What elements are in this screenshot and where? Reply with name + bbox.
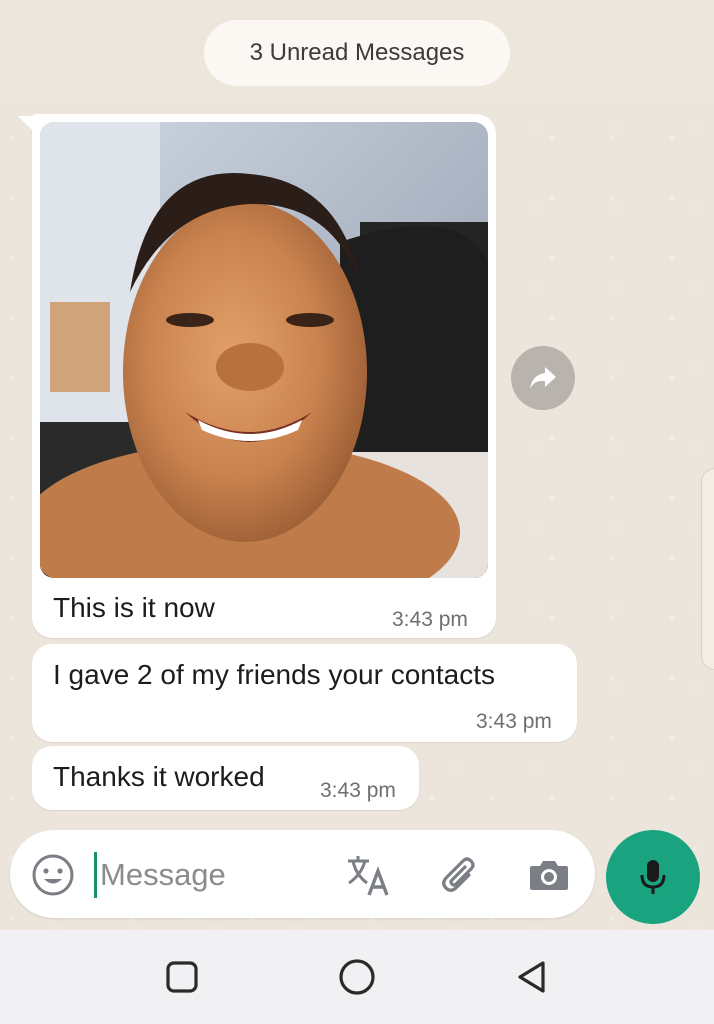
paperclip-icon [442,857,475,892]
microphone-icon [640,860,666,894]
message-text: I gave 2 of my friends your contacts [53,659,495,690]
home-button[interactable] [336,956,378,998]
message-time: 3:43 pm [320,779,396,802]
camera-icon [530,861,568,890]
photo-attachment[interactable] [40,122,488,578]
unread-messages-label: 3 Unread Messages [249,39,465,66]
forward-button[interactable] [511,346,575,410]
back-button[interactable] [512,957,552,997]
unread-messages-banner: 3 Unread Messages [204,20,510,86]
emoji-icon [32,854,74,896]
camera-button[interactable] [526,852,572,898]
system-navigation-bar [0,930,714,1024]
voice-record-button[interactable] [606,830,700,924]
message-input[interactable] [100,850,320,900]
emoji-button[interactable] [30,852,76,898]
translate-button[interactable] [344,852,392,898]
message-text: This is it now [53,592,215,623]
message-time: 3:43 pm [392,608,468,631]
message-text: Thanks it worked [53,761,265,792]
side-panel-edge [701,468,714,670]
translate-icon [348,856,389,896]
square-icon [166,961,198,993]
attach-button[interactable] [438,852,484,898]
message-time: 3:43 pm [476,710,552,733]
forward-arrow-icon [530,367,556,389]
selfie-photo [40,122,488,578]
triangle-back-icon [518,961,545,993]
circle-icon [339,959,375,995]
text-cursor [94,852,97,898]
recent-apps-button[interactable] [162,957,202,997]
